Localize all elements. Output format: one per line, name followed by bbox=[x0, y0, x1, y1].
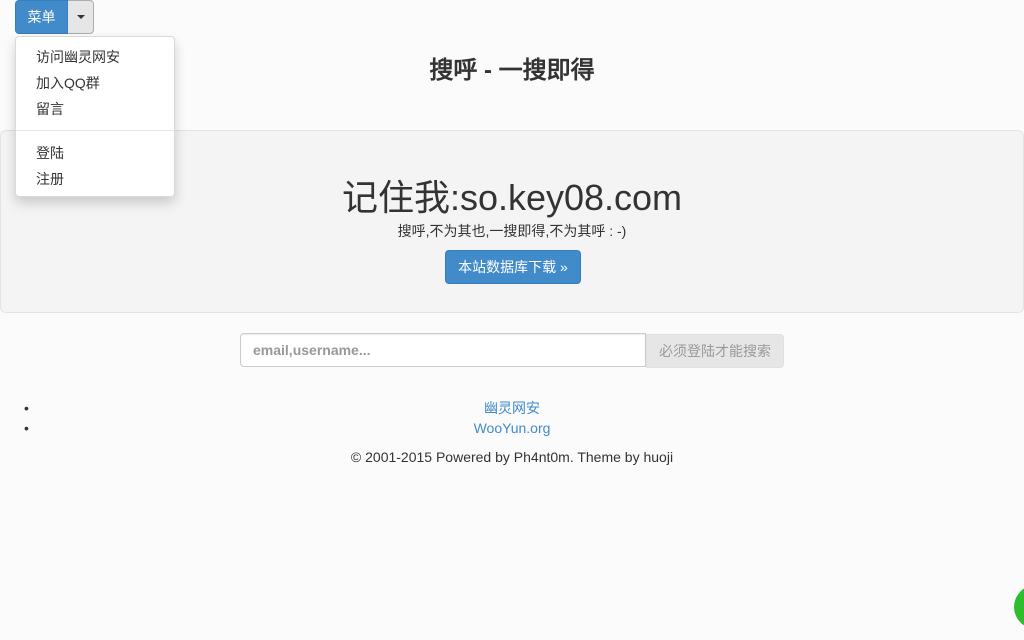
bullet-icon: • bbox=[24, 420, 29, 436]
menu-item-register[interactable]: 注册 bbox=[16, 166, 174, 192]
list-item: • 幽灵网安 bbox=[0, 398, 1024, 418]
floating-widget-icon[interactable] bbox=[1014, 585, 1024, 629]
menu-item-message[interactable]: 留言 bbox=[16, 96, 174, 122]
footer: © 2001-2015 Powered by Ph4nt0m. Theme by… bbox=[350, 449, 674, 465]
link-wooyun[interactable]: WooYun.org bbox=[474, 420, 551, 436]
menu-button[interactable]: 菜单 bbox=[15, 0, 68, 34]
download-database-button[interactable]: 本站数据库下载 » bbox=[445, 250, 581, 284]
menu-item-login[interactable]: 登陆 bbox=[16, 140, 174, 166]
menu-dropdown: 访问幽灵网安 加入QQ群 留言 登陆 注册 bbox=[15, 36, 175, 197]
menu-item-join-qq[interactable]: 加入QQ群 bbox=[16, 70, 174, 96]
list-item: • WooYun.org bbox=[0, 418, 1024, 438]
menu-item-visit[interactable]: 访问幽灵网安 bbox=[16, 44, 174, 70]
search-button[interactable]: 必须登陆才能搜索 bbox=[646, 334, 784, 368]
link-youling[interactable]: 幽灵网安 bbox=[484, 400, 540, 416]
menu-toggle-button[interactable] bbox=[68, 0, 94, 34]
bullet-icon: • bbox=[24, 400, 29, 416]
menu-divider bbox=[16, 130, 174, 131]
caret-down-icon bbox=[76, 15, 85, 19]
link-list: • 幽灵网安 • WooYun.org bbox=[0, 398, 1024, 438]
search-input[interactable] bbox=[240, 333, 646, 367]
jumbotron-subtitle: 搜呼,不为其也,一搜即得,不为其呼 : -) bbox=[397, 223, 627, 239]
menu-button-group: 菜单 bbox=[15, 0, 94, 34]
